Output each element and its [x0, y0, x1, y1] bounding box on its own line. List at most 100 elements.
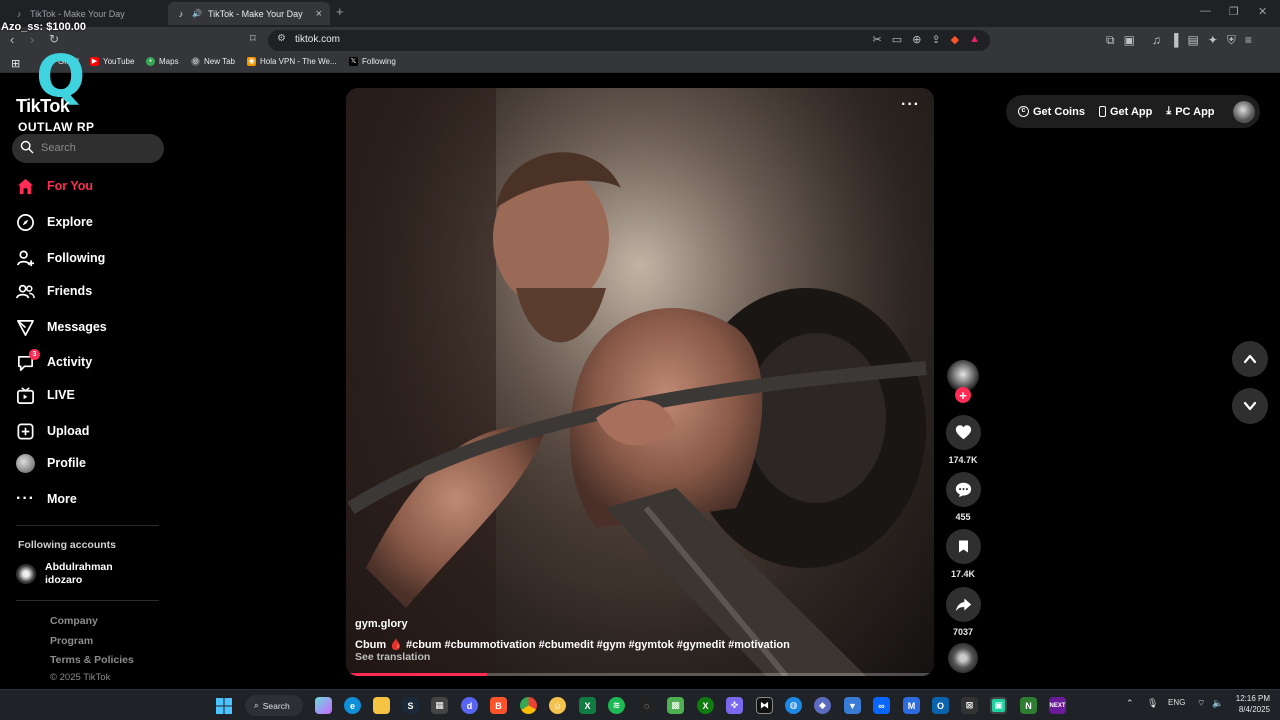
following-account-item[interactable]: Abdulrahman idozaro	[16, 561, 113, 587]
minecraft-icon[interactable]: ▩	[667, 697, 684, 714]
screenshot-icon[interactable]: ▣	[1124, 33, 1135, 48]
nav-upload[interactable]: Upload	[16, 419, 89, 443]
video-author[interactable]: gym.glory	[355, 618, 408, 630]
search-input[interactable]: Search	[12, 134, 164, 163]
xbox-icon[interactable]: X	[697, 697, 714, 714]
wifi-icon[interactable]: ⌔	[1197, 698, 1205, 709]
wolf-icon[interactable]: ▼	[844, 697, 861, 714]
next-video-button[interactable]	[1232, 388, 1268, 424]
nav-following[interactable]: Following	[16, 246, 105, 270]
see-translation-link[interactable]: See translation	[355, 651, 430, 663]
edge-icon[interactable]: e	[344, 697, 361, 714]
language-indicator[interactable]: ENG	[1168, 698, 1185, 707]
store-icon[interactable]: ▦	[431, 697, 448, 714]
nav-messages[interactable]: Messages	[16, 315, 107, 339]
video-progress-bar[interactable]	[346, 673, 934, 676]
like-count: 174.7K	[948, 455, 978, 465]
globe-icon: ◎	[191, 57, 200, 66]
music-disc-icon[interactable]	[948, 643, 978, 673]
taskbar-search[interactable]: ⌕ Search	[245, 695, 303, 716]
footer-company-link[interactable]: Company	[50, 615, 98, 627]
site-info-icon[interactable]: ⚙	[277, 33, 286, 44]
close-tab-icon[interactable]: ×	[316, 8, 322, 20]
bookmark-hola[interactable]: ◉ Hola VPN - The We...	[247, 57, 337, 66]
like-button[interactable]	[946, 415, 981, 450]
footer-program-link[interactable]: Program	[50, 635, 93, 647]
cast-icon[interactable]: ▭	[892, 33, 902, 46]
tiktok-logo[interactable]: Q TikTok OUTLAW RP	[14, 42, 114, 138]
app-icon[interactable]: ⊠	[961, 697, 978, 714]
vpn-icon[interactable]: ⛨	[1227, 33, 1236, 48]
share-arrow-icon	[955, 598, 972, 612]
get-coins-button[interactable]: c Get Coins	[1018, 106, 1085, 118]
nav-live[interactable]: LIVE	[16, 383, 75, 407]
address-bar[interactable]: ⚙ tiktok.com ✂ ▭ ⊕ ⇪ ◆ ▲	[268, 30, 990, 51]
zoom-icon[interactable]: ⊕	[912, 33, 921, 46]
extensions-icon[interactable]: ⧉	[1106, 33, 1115, 48]
miro-icon[interactable]: M	[903, 697, 920, 714]
bookmark-icon[interactable]: ⌑	[250, 32, 256, 45]
spotify-icon[interactable]: ≋	[608, 697, 625, 714]
follow-button[interactable]: +	[955, 387, 971, 403]
app-icon[interactable]: ◌	[638, 697, 655, 714]
comment-button[interactable]	[946, 472, 981, 507]
previous-video-button[interactable]	[1232, 341, 1268, 377]
microphone-icon[interactable]: 🎙	[1147, 698, 1158, 709]
steam-icon[interactable]: S	[402, 697, 419, 714]
gamepad-icon[interactable]: ✜	[726, 697, 743, 714]
nav-more[interactable]: ··· More	[16, 487, 77, 511]
bookmark-new-tab[interactable]: ◎ New Tab	[191, 57, 235, 66]
file-explorer-icon[interactable]	[373, 697, 390, 714]
volume-icon[interactable]: 🔈	[1212, 698, 1223, 709]
tray-overflow-icon[interactable]: ⌃	[1126, 698, 1134, 709]
minimize-button[interactable]: —	[1200, 5, 1211, 17]
brave-icon[interactable]: B	[490, 697, 507, 714]
chrome-icon[interactable]	[520, 697, 537, 714]
menu-icon[interactable]: ≡	[1245, 33, 1252, 48]
more-options-icon[interactable]: ···	[901, 96, 920, 114]
translate-icon[interactable]: ✂	[873, 33, 882, 46]
brave-rewards-icon[interactable]: ▲	[969, 33, 980, 46]
nav-for-you[interactable]: For You	[16, 174, 93, 198]
ai-icon[interactable]: ✦	[1208, 33, 1218, 48]
footer-terms-link[interactable]: Terms & Policies	[50, 654, 134, 666]
bookmark-maps[interactable]: • Maps	[146, 57, 179, 66]
user-avatar[interactable]	[1232, 100, 1255, 123]
bookmark-following[interactable]: 𝕏 Following	[349, 57, 396, 66]
copilot-icon[interactable]	[315, 697, 332, 714]
pc-app-button[interactable]: ⤓ PC App	[1166, 105, 1214, 118]
sidebar-icon[interactable]: ▐	[1170, 33, 1179, 48]
excel-icon[interactable]: X	[579, 697, 596, 714]
app-icon[interactable]: NEXT	[1049, 697, 1066, 714]
nav-profile[interactable]: Profile	[16, 451, 86, 475]
browser-tab-2[interactable]: ♪ 🔊 TikTok - Make Your Day ×	[168, 2, 330, 25]
save-button[interactable]	[946, 529, 981, 564]
bookmark-label: Maps	[159, 57, 179, 66]
close-window-button[interactable]: ✕	[1258, 5, 1267, 18]
meta-icon[interactable]: ∞	[873, 697, 890, 714]
capcut-icon[interactable]: ⧓	[756, 697, 773, 714]
share-icon[interactable]: ⇪	[931, 33, 940, 46]
browser-icon[interactable]: ◍	[785, 697, 802, 714]
nav-friends[interactable]: Friends	[16, 279, 92, 303]
brave-shield-icon[interactable]: ◆	[951, 33, 959, 46]
get-app-label: Get App	[1109, 105, 1153, 118]
tiktok-app-icon[interactable]: ▣	[990, 697, 1007, 714]
music-icon[interactable]: ♫	[1152, 33, 1161, 48]
share-button[interactable]	[946, 587, 981, 622]
app-icon[interactable]: N	[1020, 697, 1037, 714]
wallet-icon[interactable]: ▤	[1187, 33, 1198, 48]
nav-explore[interactable]: Explore	[16, 210, 93, 234]
video-player[interactable]: ··· gym.glory Cbum 🩸 #cbum #cbummotivati…	[346, 88, 934, 676]
app-icon[interactable]: ◆	[814, 697, 831, 714]
discord-icon[interactable]: d	[461, 697, 478, 714]
nav-activity[interactable]: 3 Activity	[16, 348, 92, 374]
get-app-button[interactable]: Get App	[1098, 105, 1153, 118]
taskbar-clock[interactable]: 12:16 PM 8/4/2025	[1232, 693, 1270, 715]
new-tab-button[interactable]: +	[336, 4, 344, 19]
start-icon[interactable]	[215, 697, 232, 714]
video-caption: Cbum 🩸 #cbum #cbummotivation #cbumedit #…	[355, 639, 790, 651]
app-icon[interactable]: ☺	[549, 697, 566, 714]
outlook-icon[interactable]: O	[932, 697, 949, 714]
maximize-button[interactable]: ❐	[1229, 5, 1239, 18]
